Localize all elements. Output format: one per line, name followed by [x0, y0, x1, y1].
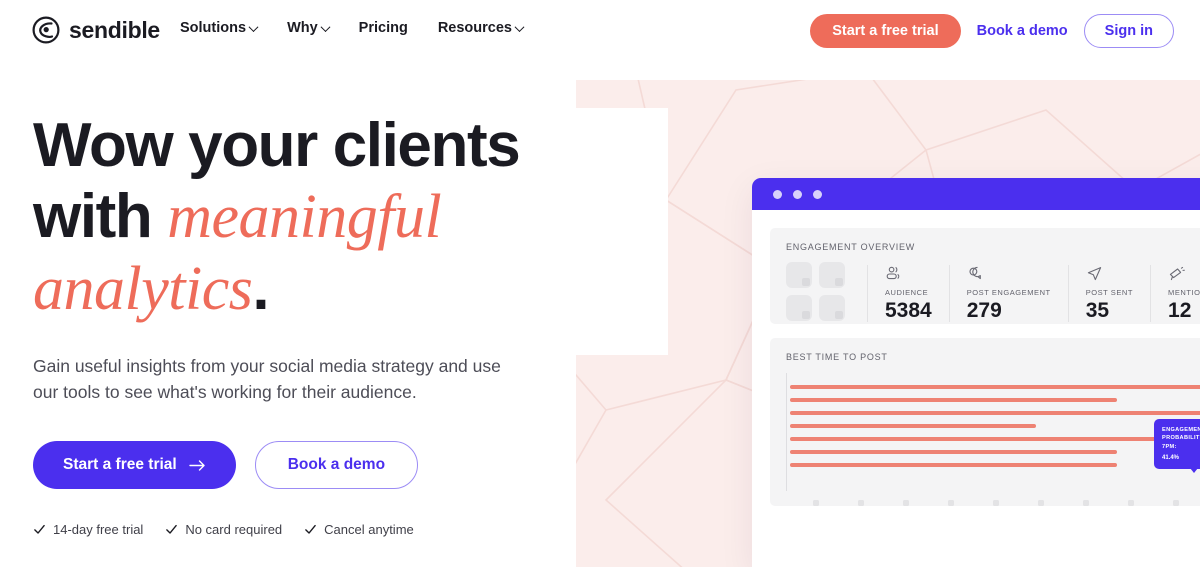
chart-bar — [790, 411, 1200, 415]
trust-item: No card required — [165, 522, 282, 537]
avatar-placeholder — [819, 295, 845, 321]
stat-post-sent: Post sent 35 — [1067, 264, 1150, 322]
chart-bars — [790, 385, 1200, 467]
header-book-demo-link[interactable]: Book a demo — [977, 23, 1068, 39]
nav-label-solutions: Solutions — [180, 20, 247, 36]
axis-tick — [903, 500, 909, 506]
arrow-right-icon — [189, 459, 205, 471]
nav-item-pricing[interactable]: Pricing — [359, 20, 408, 36]
stats-row: Audience 5384 Post engagement 279 — [786, 262, 1200, 322]
brand-logo[interactable]: sendible — [32, 16, 160, 44]
nav-item-resources[interactable]: Resources — [437, 20, 525, 36]
check-icon — [305, 524, 316, 534]
trust-indicators: 14-day free trial No card required Cance… — [33, 522, 573, 537]
chart-bar — [790, 463, 1118, 467]
axis-tick — [993, 500, 999, 506]
dashboard-mockup: Engagement overview — [752, 178, 1200, 567]
stat-audience: Audience 5384 — [867, 264, 949, 322]
landing-page: sendible Solutions Why Pricing Resources… — [0, 0, 1200, 567]
stat-label: Mentions — [1168, 287, 1200, 297]
trust-item: Cancel anytime — [304, 522, 414, 537]
audience-icon — [885, 265, 932, 284]
hero-trial-label: Start a free trial — [63, 456, 177, 473]
stat-label: Audience — [885, 287, 929, 297]
nav-label-resources: Resources — [437, 20, 512, 36]
chart-bar — [790, 450, 1118, 454]
bar-chart: Engagement probability at 7pm: 41.4% — [786, 373, 1200, 506]
hero-book-demo-button[interactable]: Book a demo — [254, 441, 419, 489]
chart-bar — [790, 424, 1037, 428]
mockup-titlebar — [752, 178, 1200, 210]
axis-tick — [1038, 500, 1044, 506]
headline-period: . — [252, 254, 269, 323]
hero-cta-row: Start a free trial Book a demo — [33, 441, 573, 489]
stat-label: Post engagement — [966, 287, 1051, 297]
check-icon — [34, 524, 45, 534]
chevron-down-icon — [320, 21, 331, 32]
window-dot — [813, 189, 822, 199]
stat-post-engagement: Post engagement 279 — [948, 264, 1068, 322]
stat-value: 279 — [966, 298, 1002, 322]
best-time-to-post-card: Best time to post Engagement probability… — [770, 338, 1200, 506]
axis-tick — [948, 500, 954, 506]
header-start-trial-button[interactable]: Start a free trial — [810, 14, 961, 48]
send-icon — [1086, 265, 1133, 284]
hero-subheading: Gain useful insights from your social me… — [33, 356, 501, 402]
stat-value: 5384 — [885, 298, 932, 322]
trust-item: 14-day free trial — [33, 522, 143, 537]
trust-label: Cancel anytime — [324, 522, 414, 537]
stat-value: 12 — [1168, 298, 1192, 322]
site-header: sendible Solutions Why Pricing Resources… — [0, 0, 1200, 60]
header-actions: Start a free trial Book a demo Sign in — [810, 14, 1174, 48]
avatar-placeholder — [819, 262, 845, 288]
tooltip-title: Engagement probability at 7pm: — [1162, 427, 1200, 450]
brand-name: sendible — [69, 16, 160, 43]
chart-bar — [790, 437, 1200, 441]
window-dot — [773, 189, 782, 199]
axis-tick — [1128, 500, 1134, 506]
trust-label: 14-day free trial — [53, 522, 144, 537]
trust-label: No card required — [185, 522, 283, 537]
hero-start-trial-button[interactable]: Start a free trial — [33, 441, 236, 489]
hero-white-notch — [576, 108, 668, 355]
sign-in-button[interactable]: Sign in — [1083, 14, 1174, 48]
tooltip-value: 41.4% — [1162, 455, 1180, 462]
primary-nav: Solutions Why Pricing Resources — [180, 20, 525, 36]
chart-bar — [790, 385, 1200, 389]
chart-axis-ticks — [787, 500, 1200, 506]
hero-section: Wow your clients with meaningful analyti… — [33, 110, 573, 537]
stat-mentions: Mentions 12 — [1150, 264, 1200, 322]
engagement-overview-label: Engagement overview — [786, 242, 915, 252]
page-title: Wow your clients with meaningful analyti… — [33, 110, 573, 325]
avatar-placeholder — [786, 262, 812, 288]
post-engagement-icon — [967, 265, 1051, 284]
axis-tick — [1173, 500, 1179, 506]
axis-tick — [1083, 500, 1089, 506]
stat-value: 35 — [1085, 298, 1110, 322]
chevron-down-icon — [514, 21, 525, 32]
engagement-overview-card: Engagement overview — [770, 228, 1200, 324]
nav-label-pricing: Pricing — [358, 20, 408, 36]
axis-tick — [813, 500, 819, 506]
mockup-body: Engagement overview — [752, 210, 1200, 567]
nav-label-why: Why — [287, 20, 318, 36]
window-dot — [793, 189, 802, 199]
nav-item-why[interactable]: Why — [287, 20, 331, 36]
nav-item-solutions[interactable]: Solutions — [180, 20, 259, 36]
chart-tooltip: Engagement probability at 7pm: 41.4% — [1154, 419, 1200, 474]
axis-tick — [858, 500, 864, 506]
avatar-placeholder — [786, 295, 812, 321]
check-icon — [166, 524, 178, 534]
chevron-down-icon — [248, 21, 259, 32]
chart-bar — [790, 398, 1118, 402]
sendible-circle-logo-icon — [32, 16, 60, 44]
avatar-placeholder-grid — [786, 262, 845, 321]
megaphone-icon — [1168, 265, 1200, 284]
stat-label: Post sent — [1085, 287, 1134, 297]
best-time-to-post-label: Best time to post — [786, 352, 888, 362]
